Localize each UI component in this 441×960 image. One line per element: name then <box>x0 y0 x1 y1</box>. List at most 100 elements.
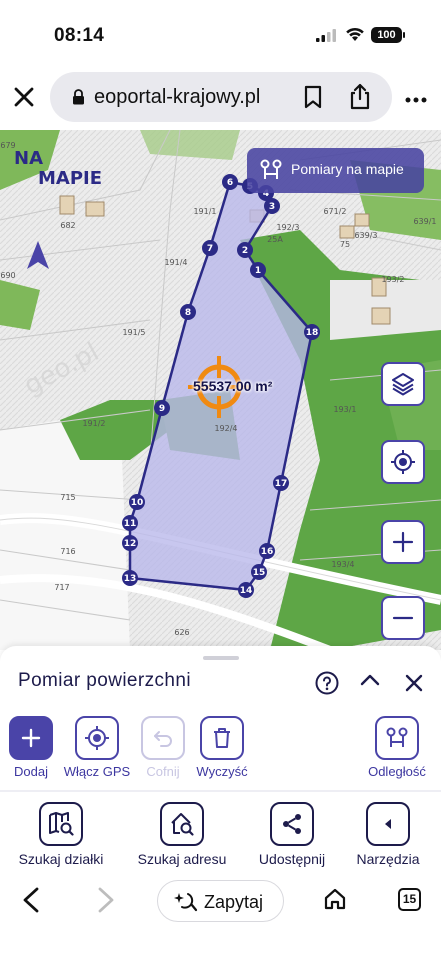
measure-icon <box>260 159 282 179</box>
add-point-button[interactable]: Dodaj <box>8 716 54 779</box>
parcel-label: 25A <box>267 235 283 244</box>
vertex-7[interactable]: 7 <box>202 240 218 256</box>
share-button[interactable]: Udostępnij <box>252 802 332 867</box>
parcel-label: 690 <box>0 271 15 280</box>
plus-icon <box>21 728 41 748</box>
vertex-16[interactable]: 16 <box>259 543 275 559</box>
back-icon[interactable] <box>22 887 40 913</box>
search-address-label: Szukaj adresu <box>137 851 227 867</box>
vertex-13[interactable]: 13 <box>122 570 138 586</box>
signal-icon <box>316 29 336 42</box>
vertex-12[interactable]: 12 <box>122 535 138 551</box>
vertex-6[interactable]: 6 <box>222 174 238 190</box>
bookmark-icon[interactable] <box>304 85 322 109</box>
parcel-label: 626 <box>174 628 189 637</box>
wifi-icon <box>346 27 364 41</box>
help-icon[interactable] <box>315 671 339 695</box>
share-nodes-icon <box>283 814 301 834</box>
parcel-label: 715 <box>60 493 75 502</box>
svg-text:8: 8 <box>185 308 191 318</box>
url-text: eoportal-krajowy.pl <box>94 86 261 108</box>
svg-text:7: 7 <box>207 244 213 254</box>
clear-button[interactable]: Wyczyść <box>192 716 252 779</box>
clear-button-box <box>200 716 244 760</box>
distance-label: Odległość <box>368 764 426 779</box>
parcel-label: 682 <box>60 221 75 230</box>
undo-button[interactable]: Cofnij <box>140 716 186 779</box>
vertex-9[interactable]: 9 <box>154 400 170 416</box>
vertex-2[interactable]: 2 <box>237 242 253 258</box>
map-search-icon <box>49 812 74 836</box>
north-arrow-icon <box>27 241 49 269</box>
battery-indicator: 100 <box>371 27 402 43</box>
parcel-label: 192/3 <box>276 223 299 232</box>
parcel-label: 193/1 <box>333 405 356 414</box>
vertex-15[interactable]: 15 <box>251 564 267 580</box>
panel-title: Pomiar powierzchni <box>18 670 191 691</box>
svg-text:11: 11 <box>124 519 137 529</box>
enable-gps-button[interactable]: Włącz GPS <box>60 716 134 779</box>
svg-text:1: 1 <box>255 266 261 276</box>
svg-text:13: 13 <box>124 574 137 584</box>
search-parcel-button[interactable]: Szukaj działki <box>14 802 108 867</box>
svg-text:9: 9 <box>159 404 165 414</box>
clear-label: Wyczyść <box>196 764 248 779</box>
share-icon[interactable] <box>348 82 372 110</box>
tools-button[interactable]: Narzędzia <box>350 802 426 867</box>
chevron-up-icon[interactable] <box>359 673 381 687</box>
svg-text:6: 6 <box>227 178 233 188</box>
home-search-icon <box>171 813 194 836</box>
zoom-out-button[interactable] <box>381 596 425 640</box>
logo-icon: NA MAPIE <box>14 148 102 189</box>
status-time: 08:14 <box>54 25 105 46</box>
layers-button[interactable] <box>381 362 425 406</box>
search-address-box <box>160 802 204 846</box>
svg-text:2: 2 <box>242 246 248 256</box>
layers-icon <box>392 373 414 396</box>
vertex-14[interactable]: 14 <box>238 582 254 598</box>
undo-icon <box>154 731 172 747</box>
parcel-label: 191/5 <box>122 328 145 337</box>
status-bar: 08:14 100 <box>0 0 441 64</box>
forward-icon[interactable] <box>97 887 115 913</box>
trash-icon <box>214 728 230 748</box>
ask-button[interactable]: Zapytaj <box>157 880 284 922</box>
browser-bottom-bar: Zapytaj 15 <box>0 874 441 960</box>
close-icon[interactable] <box>405 674 423 692</box>
svg-text:16: 16 <box>261 547 274 557</box>
svg-text:MAPIE: MAPIE <box>38 168 102 189</box>
close-icon[interactable] <box>12 85 36 109</box>
locate-icon <box>391 450 415 474</box>
plus-icon <box>392 531 414 553</box>
add-button-box <box>9 716 53 760</box>
measurement-panel: Pomiar powierzchni Dodaj Włącz GPS Cofni… <box>0 646 441 874</box>
lock-icon <box>73 89 84 105</box>
distance-button[interactable]: Odległość <box>360 716 434 779</box>
measure-button-label: Pomiary na mapie <box>291 161 404 177</box>
site-logo[interactable]: NA MAPIE <box>14 144 124 197</box>
distance-icon <box>386 727 408 747</box>
battery-cap <box>403 32 405 38</box>
vertex-8[interactable]: 8 <box>180 304 196 320</box>
zoom-in-button[interactable] <box>381 520 425 564</box>
vertex-17[interactable]: 17 <box>273 475 289 491</box>
parcel-label: 191/1 <box>193 207 216 216</box>
search-address-button[interactable]: Szukaj adresu <box>132 802 232 867</box>
measure-on-map-button[interactable]: Pomiary na mapie <box>247 148 424 193</box>
ask-label: Zapytaj <box>204 892 264 912</box>
home-icon[interactable] <box>323 887 347 911</box>
vertex-10[interactable]: 10 <box>129 494 145 510</box>
panel-drag-handle[interactable] <box>203 656 239 660</box>
caret-left-icon <box>385 819 391 829</box>
address-bar[interactable]: eoportal-krajowy.pl <box>50 72 392 122</box>
vertex-18[interactable]: 18 <box>304 324 320 340</box>
minus-icon <box>392 616 414 620</box>
more-icon[interactable] <box>405 97 427 103</box>
locate-button[interactable] <box>381 440 425 484</box>
parcel-label: 639/3 <box>354 231 377 240</box>
vertex-11[interactable]: 11 <box>122 515 138 531</box>
tabs-button[interactable]: 15 <box>398 888 421 911</box>
parcel-label: 716 <box>60 547 75 556</box>
map-view[interactable]: 1 2 3 4 5 6 7 8 9 10 11 12 13 14 15 16 1… <box>0 130 441 650</box>
vertex-1[interactable]: 1 <box>250 262 266 278</box>
